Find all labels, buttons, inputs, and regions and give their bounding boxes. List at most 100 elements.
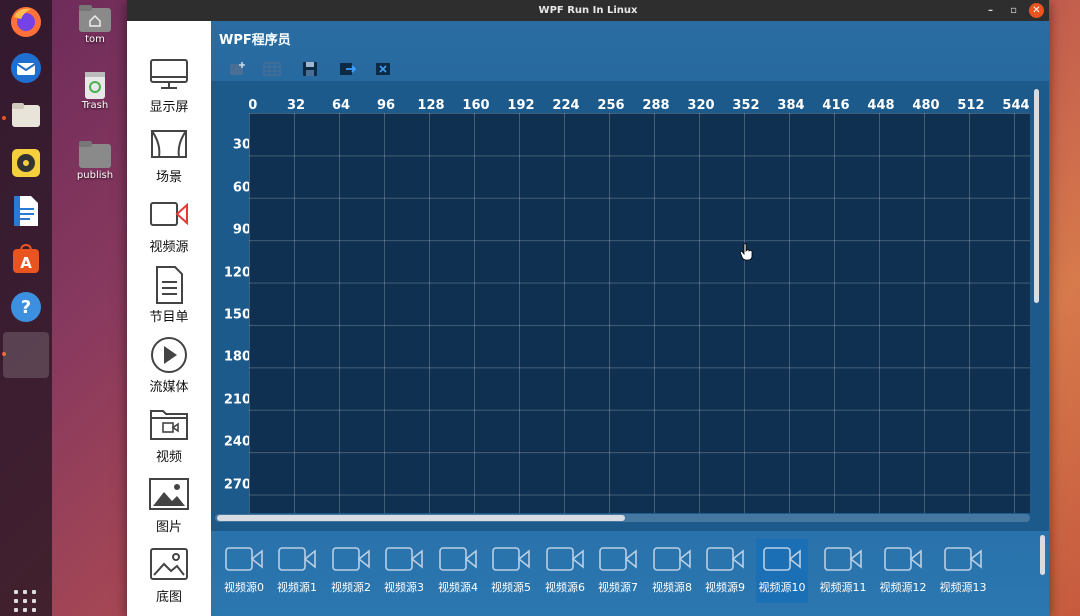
sidebar-item-playlist[interactable]: 节目单 <box>127 261 211 331</box>
ruler-y-tick: 150 <box>223 307 251 323</box>
desktop-icon-publish[interactable]: publish <box>63 140 127 181</box>
video-source-item[interactable]: 视频源9 <box>702 539 748 603</box>
ruler-x-tick: 448 <box>867 98 895 113</box>
ruler-x-tick: 512 <box>957 98 985 113</box>
show-applications-icon[interactable] <box>14 590 38 614</box>
page-title: WPF程序员 <box>219 33 291 48</box>
video-source-label: 视频源3 <box>384 581 424 594</box>
ruler-x-tick: 32 <box>286 98 306 113</box>
design-canvas-area: 0 32 64 96 128 160 192 224 256 288 320 352 384 416 448… <box>211 81 1049 541</box>
video-source-item[interactable]: 视频源7 <box>595 539 641 603</box>
video-source-item[interactable]: 视频源1 <box>274 539 320 603</box>
video-source-label: 视频源11 <box>819 581 867 594</box>
rhythmbox-icon[interactable] <box>6 143 46 183</box>
scene-icon <box>149 126 189 164</box>
video-source-label: 视频源8 <box>652 581 692 594</box>
video-source-label: 视频源1 <box>277 581 317 594</box>
video-source-item[interactable]: 视频源8 <box>649 539 695 603</box>
camera-icon <box>491 545 531 573</box>
image-icon <box>149 476 189 514</box>
camera-icon <box>331 545 371 573</box>
video-source-item[interactable]: 视频源2 <box>328 539 374 603</box>
sidebar-item-background[interactable]: 底图 <box>127 541 211 611</box>
ruler-x-tick: 288 <box>642 98 670 113</box>
ruler-x-tick: 544 <box>1002 98 1030 113</box>
video-source-label: 视频源4 <box>438 581 478 594</box>
camera-icon <box>438 545 478 573</box>
maximize-button[interactable]: ▫ <box>1006 3 1021 18</box>
sidebar-item-video[interactable]: 视频 <box>127 401 211 471</box>
ubuntu-dock: A ? <box>0 0 52 616</box>
ruler-x-tick: 480 <box>912 98 940 113</box>
save-icon[interactable] <box>299 59 321 79</box>
vertical-ruler: 30 60 90 120 150 180 210 240 270 <box>211 81 251 541</box>
video-source-label: 视频源0 <box>224 581 264 594</box>
help-icon[interactable]: ? <box>6 287 46 327</box>
background-image-icon <box>149 546 189 584</box>
ruler-x-tick: 256 <box>597 98 625 113</box>
screen-grid-canvas[interactable] <box>249 113 1030 513</box>
running-app-icon[interactable] <box>3 332 49 378</box>
video-source-item[interactable]: 视频源0 <box>221 539 267 603</box>
video-source-strip: 视频源0 视频源1 视频源2 视频源3 视频源4 视频源5 视频源6 视频源7 视频源8 视频源9… <box>211 531 1049 616</box>
add-screen-icon[interactable] <box>227 59 249 79</box>
software-center-icon[interactable]: A <box>6 239 46 279</box>
video-source-item[interactable]: 视频源10 <box>756 539 808 603</box>
grid-icon[interactable] <box>261 59 283 79</box>
video-source-item[interactable]: 视频源5 <box>488 539 534 603</box>
video-source-item[interactable]: 视频源13 <box>936 539 990 603</box>
camera-icon <box>149 196 189 234</box>
sidebar-item-label: 视频源 <box>149 240 189 255</box>
window-title: WPF Run In Linux <box>538 5 638 16</box>
sidebar-item-label: 节目单 <box>149 310 189 325</box>
video-source-item[interactable]: 视频源6 <box>542 539 588 603</box>
minimize-button[interactable]: – <box>983 3 998 18</box>
desktop-icon-trash[interactable]: Trash <box>63 70 127 111</box>
trash-icon <box>79 70 111 99</box>
hand-cursor-icon <box>740 243 753 261</box>
video-source-item[interactable]: 视频源3 <box>381 539 427 603</box>
video-source-label: 视频源9 <box>705 581 745 594</box>
sidebar-item-video-source[interactable]: 视频源 <box>127 191 211 261</box>
sidebar-nav: 显示屏 场景 视频源 节目单 流媒体 视频 图片 底图 <box>127 21 211 616</box>
camera-icon <box>943 545 983 573</box>
ruler-x-tick: 192 <box>507 98 535 113</box>
video-folder-icon <box>149 406 189 444</box>
video-source-item[interactable]: 视频源4 <box>435 539 481 603</box>
video-source-item[interactable]: 视频源12 <box>876 539 930 603</box>
sidebar-item-streaming[interactable]: 流媒体 <box>127 331 211 401</box>
ruler-x-tick: 384 <box>777 98 805 113</box>
camera-icon <box>384 545 424 573</box>
firefox-icon[interactable] <box>6 2 46 42</box>
source-strip-scrollbar[interactable] <box>1040 535 1045 575</box>
ruler-y-tick: 270 <box>223 477 251 493</box>
ruler-x-tick: 64 <box>331 98 351 113</box>
camera-icon <box>224 545 264 573</box>
video-source-label: 视频源2 <box>331 581 371 594</box>
video-source-label: 视频源5 <box>491 581 531 594</box>
export-icon[interactable] <box>337 59 359 79</box>
video-source-label: 视频源10 <box>758 581 806 594</box>
thunderbird-icon[interactable] <box>6 48 46 88</box>
writer-icon[interactable] <box>6 191 46 231</box>
files-icon[interactable] <box>6 95 46 135</box>
window-titlebar[interactable]: WPF Run In Linux – ▫ ✕ <box>127 0 1049 21</box>
clear-icon[interactable] <box>373 59 395 79</box>
desktop-icon-home[interactable]: tom <box>63 4 127 45</box>
sidebar-item-scene[interactable]: 场景 <box>127 121 211 191</box>
sidebar-item-label: 视频 <box>155 450 182 465</box>
camera-icon <box>598 545 638 573</box>
sidebar-item-display[interactable]: 显示屏 <box>127 51 211 121</box>
ruler-x-tick: 352 <box>732 98 760 113</box>
close-button[interactable]: ✕ <box>1029 3 1044 18</box>
ruler-y-tick: 180 <box>223 349 251 365</box>
ruler-y-tick: 240 <box>223 434 251 450</box>
sidebar-item-label: 场景 <box>155 170 182 185</box>
video-source-item[interactable]: 视频源11 <box>816 539 870 603</box>
sidebar-item-picture[interactable]: 图片 <box>127 471 211 541</box>
ruler-y-tick: 210 <box>223 392 251 408</box>
desktop-icon-label: Trash <box>81 100 109 111</box>
ruler-x-tick: 128 <box>417 98 445 113</box>
vertical-scrollbar[interactable] <box>1034 89 1039 303</box>
horizontal-scrollbar[interactable] <box>217 515 625 521</box>
